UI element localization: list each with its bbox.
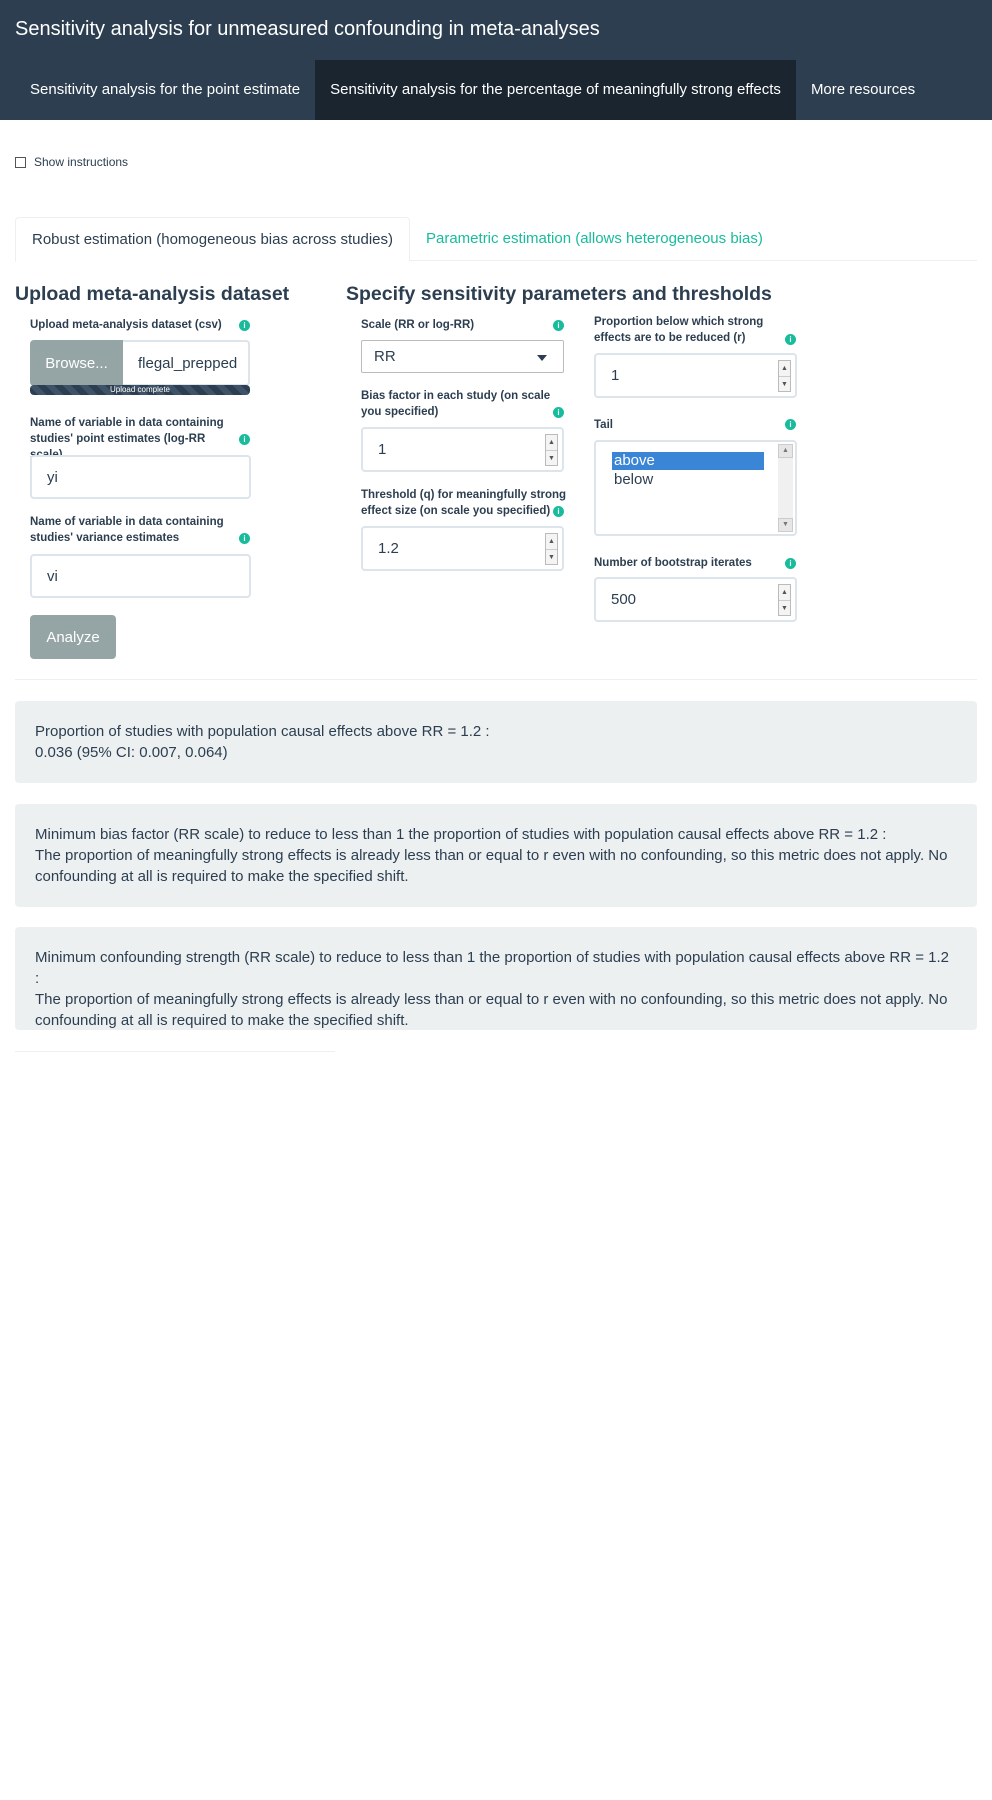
result-proportion-title: Proportion of studies with population ca… bbox=[35, 723, 490, 740]
params-heading: Specify sensitivity parameters and thres… bbox=[346, 283, 772, 305]
bias-factor-spinner[interactable]: ▲ ▼ bbox=[545, 433, 558, 466]
proportion-r-spinner[interactable]: ▲ ▼ bbox=[778, 359, 791, 392]
result-proportion: Proportion of studies with population ca… bbox=[15, 701, 977, 783]
bootstrap-label: Number of bootstrap iterates bbox=[594, 557, 752, 569]
scale-label: Scale (RR or log-RR) bbox=[361, 319, 475, 331]
info-icon[interactable]: i bbox=[785, 334, 796, 345]
show-instructions-toggle[interactable]: Show instructions bbox=[15, 155, 128, 169]
upload-progress-bar: Upload complete bbox=[30, 385, 250, 395]
spin-up-icon[interactable]: ▲ bbox=[546, 534, 557, 550]
scale-select[interactable]: RR bbox=[361, 340, 564, 373]
scroll-up-icon[interactable]: ▲ bbox=[778, 444, 793, 458]
spin-down-icon[interactable]: ▼ bbox=[546, 550, 557, 565]
threshold-q-input[interactable]: 1.2 ▲ ▼ bbox=[361, 526, 564, 571]
result-min-bias-factor-title: Minimum bias factor (RR scale) to reduce… bbox=[35, 826, 887, 843]
file-name-display: flegal_prepped bbox=[123, 340, 250, 386]
spin-down-icon[interactable]: ▼ bbox=[779, 601, 790, 616]
tab-parametric-estimation[interactable]: Parametric estimation (allows heterogene… bbox=[410, 217, 779, 262]
scale-selected-value: RR bbox=[374, 348, 396, 365]
yi-input[interactable]: yi bbox=[30, 455, 251, 499]
info-icon[interactable]: i bbox=[553, 506, 564, 517]
estimation-tabs: Robust estimation (homogeneous bias acro… bbox=[15, 217, 977, 262]
result-min-confounding-strength: Minimum confounding strength (RR scale) … bbox=[15, 927, 977, 1030]
proportion-r-value: 1 bbox=[611, 367, 620, 384]
tail-option-above[interactable]: above bbox=[612, 452, 764, 470]
show-instructions-label: Show instructions bbox=[34, 155, 129, 169]
bias-factor-value: 1 bbox=[378, 441, 387, 458]
bootstrap-input[interactable]: 500 ▲ ▼ bbox=[594, 577, 797, 622]
show-instructions-checkbox[interactable] bbox=[15, 156, 26, 168]
navbar: Sensitivity analysis for unmeasured conf… bbox=[0, 0, 992, 120]
spin-up-icon[interactable]: ▲ bbox=[779, 585, 790, 601]
proportion-r-input[interactable]: 1 ▲ ▼ bbox=[594, 353, 797, 398]
tab-percentage-strong-effects[interactable]: Sensitivity analysis for the percentage … bbox=[315, 60, 796, 120]
upload-file-label: Upload meta-analysis dataset (csv) bbox=[30, 319, 222, 331]
tail-option-below[interactable]: below bbox=[612, 471, 764, 489]
tail-scrollbar[interactable]: ▲ ▼ bbox=[778, 444, 793, 532]
tail-listbox[interactable]: above below ▲ ▼ bbox=[594, 440, 797, 536]
vi-label: Name of variable in data containing stud… bbox=[30, 516, 224, 544]
main-tabs: Sensitivity analysis for the point estim… bbox=[15, 60, 930, 120]
upload-heading: Upload meta-analysis dataset bbox=[15, 283, 290, 305]
vi-input[interactable]: vi bbox=[30, 554, 251, 598]
app-title: Sensitivity analysis for unmeasured conf… bbox=[15, 18, 600, 40]
threshold-q-value: 1.2 bbox=[378, 540, 399, 557]
tab-robust-estimation[interactable]: Robust estimation (homogeneous bias acro… bbox=[15, 217, 411, 262]
proportion-r-label: Proportion below which strong effects ar… bbox=[594, 316, 764, 344]
bias-factor-input[interactable]: 1 ▲ ▼ bbox=[361, 427, 564, 472]
analyze-button[interactable]: Analyze bbox=[30, 615, 116, 659]
tail-label: Tail bbox=[594, 419, 613, 431]
tab-point-estimate[interactable]: Sensitivity analysis for the point estim… bbox=[15, 60, 315, 120]
spin-down-icon[interactable]: ▼ bbox=[546, 451, 557, 466]
divider bbox=[15, 1051, 335, 1052]
bias-factor-label: Bias factor in each study (on scale you … bbox=[361, 390, 551, 418]
spin-up-icon[interactable]: ▲ bbox=[779, 361, 790, 377]
browse-button[interactable]: Browse... bbox=[30, 340, 123, 386]
bootstrap-spinner[interactable]: ▲ ▼ bbox=[778, 583, 791, 616]
result-min-confounding-strength-title: Minimum confounding strength (RR scale) … bbox=[35, 949, 949, 987]
tab-more-resources[interactable]: More resources bbox=[796, 60, 930, 120]
info-icon[interactable]: i bbox=[553, 320, 564, 331]
info-icon[interactable]: i bbox=[553, 407, 564, 418]
result-min-bias-factor-text: The proportion of meaningfully strong ef… bbox=[35, 847, 948, 885]
spin-down-icon[interactable]: ▼ bbox=[779, 377, 790, 392]
info-icon[interactable]: i bbox=[785, 419, 796, 430]
info-icon[interactable]: i bbox=[239, 320, 250, 331]
info-icon[interactable]: i bbox=[239, 434, 250, 445]
threshold-q-label: Threshold (q) for meaningfully strong ef… bbox=[361, 489, 567, 517]
info-icon[interactable]: i bbox=[239, 533, 250, 544]
result-min-bias-factor: Minimum bias factor (RR scale) to reduce… bbox=[15, 804, 977, 907]
result-min-confounding-strength-text: The proportion of meaningfully strong ef… bbox=[35, 991, 948, 1029]
scroll-down-icon[interactable]: ▼ bbox=[778, 518, 793, 532]
result-proportion-value: 0.036 (95% CI: 0.007, 0.064) bbox=[35, 744, 228, 761]
chevron-down-icon bbox=[537, 355, 547, 361]
threshold-q-spinner[interactable]: ▲ ▼ bbox=[545, 532, 558, 565]
info-icon[interactable]: i bbox=[785, 558, 796, 569]
divider bbox=[15, 679, 977, 680]
bootstrap-value: 500 bbox=[611, 591, 637, 608]
spin-up-icon[interactable]: ▲ bbox=[546, 435, 557, 451]
